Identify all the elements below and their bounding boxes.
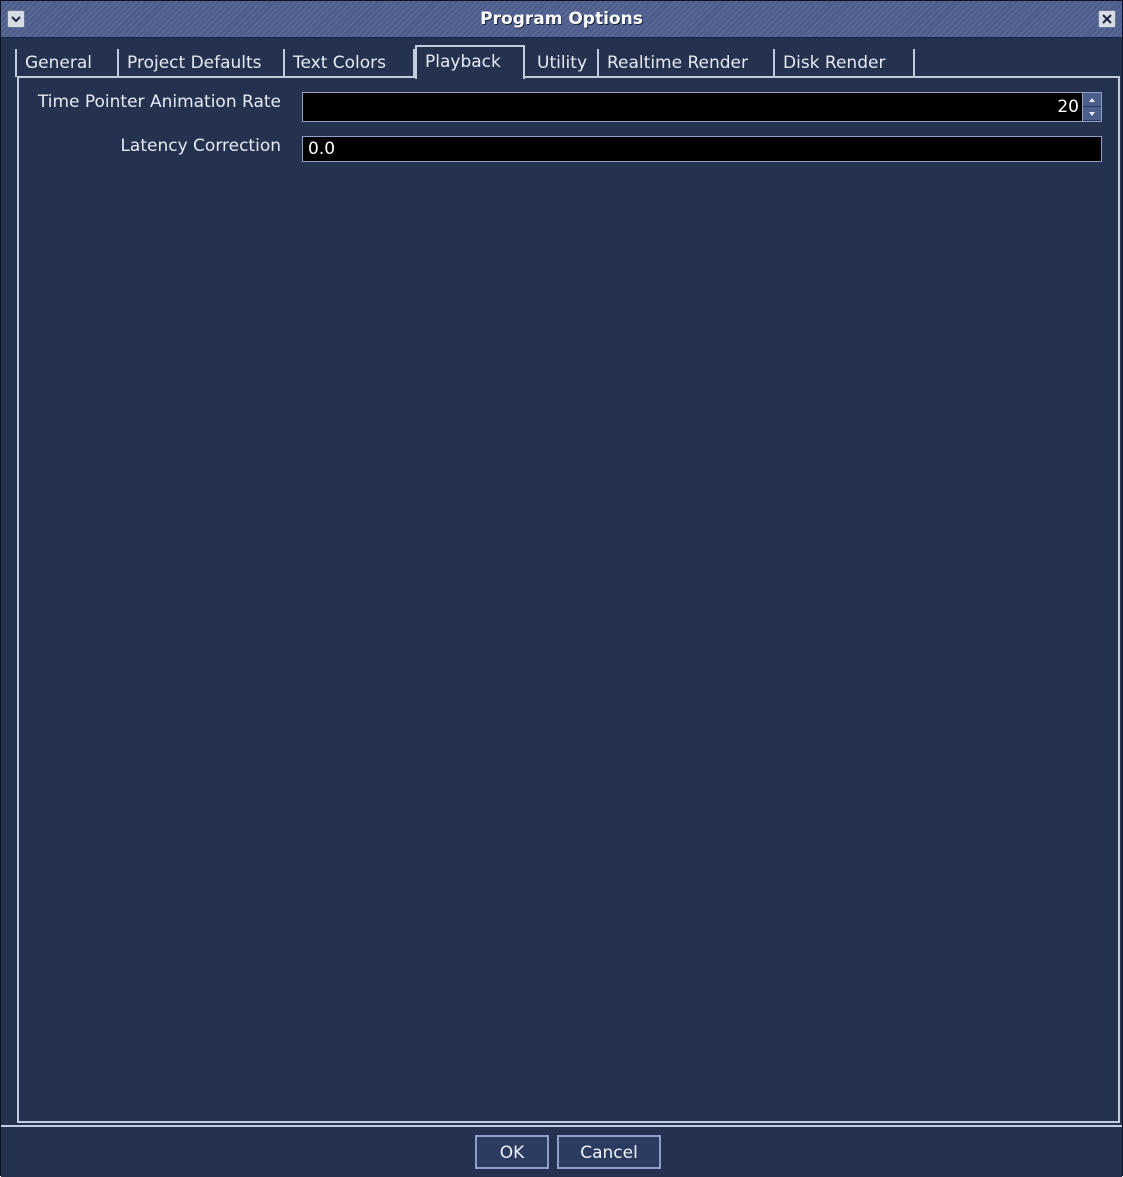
cancel-button[interactable]: Cancel bbox=[557, 1135, 661, 1169]
tab-disk-render[interactable]: Disk Render bbox=[775, 49, 915, 77]
tab-project-defaults[interactable]: Project Defaults bbox=[119, 49, 285, 77]
tab-general[interactable]: General bbox=[15, 49, 119, 77]
tab-playback[interactable]: Playback bbox=[415, 45, 525, 79]
spin-up-button[interactable] bbox=[1083, 93, 1101, 107]
dialog-button-bar: OK Cancel bbox=[1, 1125, 1122, 1177]
triangle-up-icon bbox=[1089, 97, 1095, 102]
spinner-buttons bbox=[1082, 93, 1101, 121]
ok-button[interactable]: OK bbox=[475, 1135, 549, 1169]
close-icon bbox=[1102, 14, 1112, 24]
time-pointer-animation-rate-spinner[interactable]: 20 bbox=[302, 92, 1102, 122]
title-bar[interactable]: Program Options bbox=[1, 1, 1122, 38]
tab-bar: General Project Defaults Text Colors Pla… bbox=[15, 45, 1121, 79]
tab-text-colors[interactable]: Text Colors bbox=[285, 49, 415, 77]
spin-down-button[interactable] bbox=[1083, 107, 1101, 121]
latency-correction-input[interactable] bbox=[302, 136, 1102, 162]
program-options-window: Program Options General Project Defaults… bbox=[0, 0, 1123, 1177]
time-pointer-animation-rate-label: Time Pointer Animation Rate bbox=[37, 92, 281, 112]
playback-panel: Time Pointer Animation Rate 20 Latency C… bbox=[17, 76, 1120, 1123]
window-close-button[interactable] bbox=[1098, 10, 1116, 28]
time-pointer-animation-rate-value[interactable]: 20 bbox=[1057, 93, 1079, 121]
tab-utility[interactable]: Utility bbox=[529, 49, 599, 77]
triangle-down-icon bbox=[1089, 111, 1095, 116]
latency-correction-label: Latency Correction bbox=[120, 136, 281, 156]
tab-realtime-render[interactable]: Realtime Render bbox=[599, 49, 775, 77]
window-title: Program Options bbox=[480, 9, 643, 29]
